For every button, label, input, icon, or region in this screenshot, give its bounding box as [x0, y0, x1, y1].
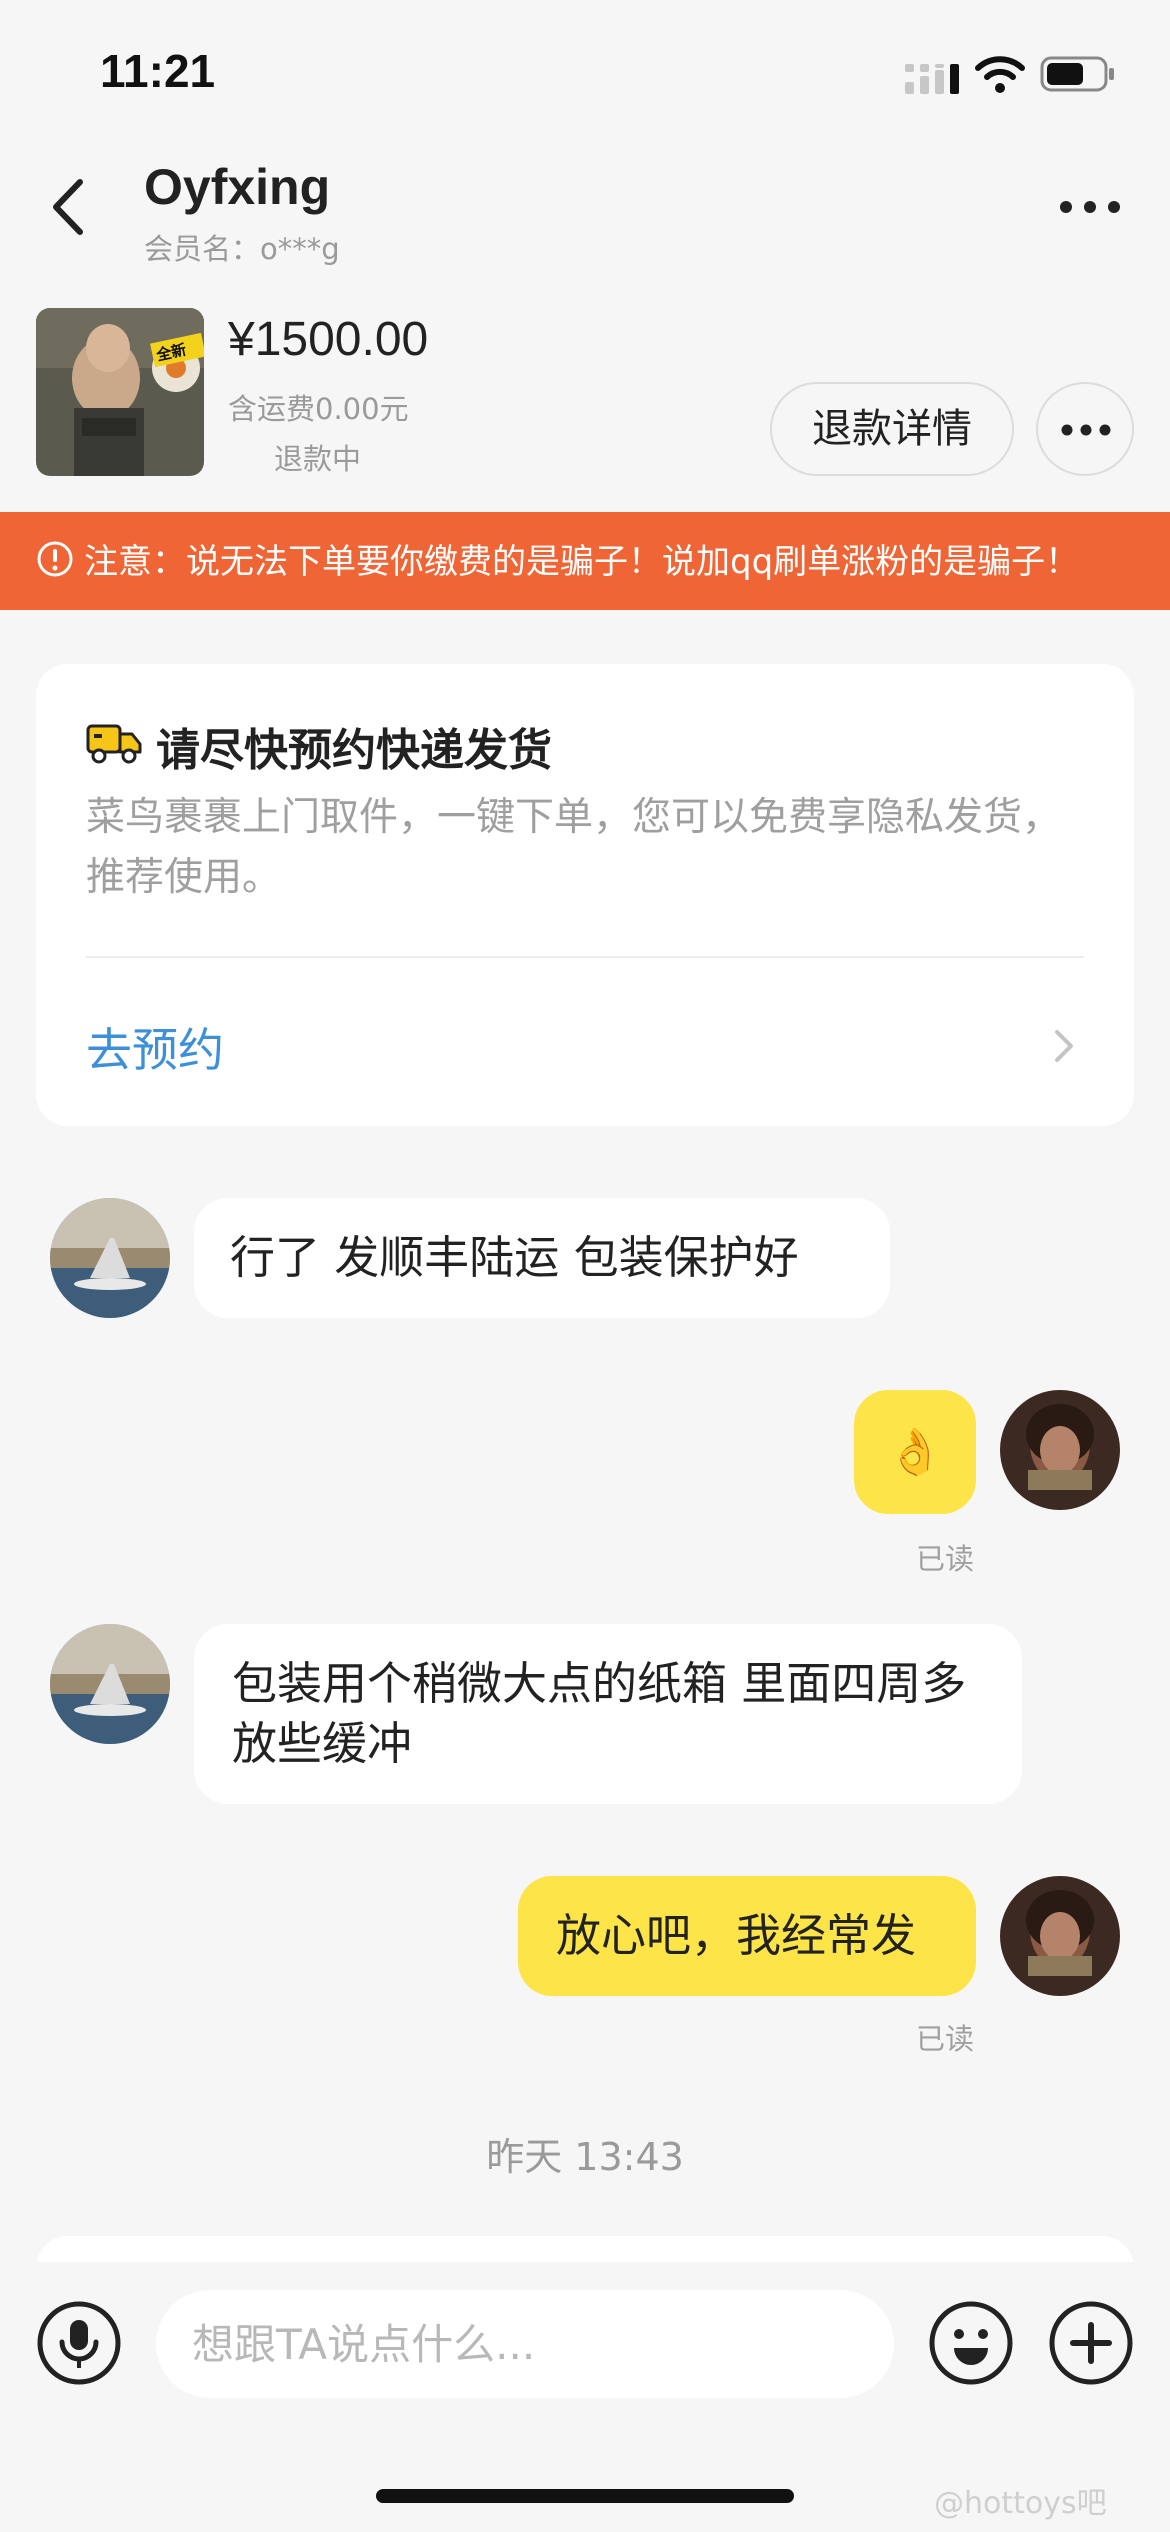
my-avatar[interactable] [1000, 1390, 1120, 1510]
shipping-card-title: 请尽快预约快递发货 [156, 725, 552, 776]
avatar-image [1000, 1876, 1120, 1996]
refund-status: 退款中 [274, 442, 362, 476]
more-options-icon[interactable] [1058, 198, 1122, 216]
home-indicator[interactable] [376, 2489, 794, 2503]
battery-icon [1040, 56, 1114, 92]
warning-text: 注意：说无法下单要你缴费的是骗子！说加qq刷单涨粉的是骗子！ [84, 542, 1080, 582]
shipping-card-description: 菜鸟裹裹上门取件，一键下单，您可以免费享隐私发货，推荐使用。 [86, 795, 1062, 900]
message-bubble[interactable]: 放心吧，我经常发 [518, 1876, 976, 1996]
shipping-fee: 含运费0.00元 [228, 392, 409, 426]
emoji-icon[interactable] [928, 2300, 1014, 2386]
avatar-image [50, 1624, 170, 1744]
chat-header: Oyfxing 会员名：o***g [0, 150, 1170, 290]
message-bubble[interactable]: 包装用个稍微大点的纸箱 里面四周多放些缓冲 [194, 1624, 1022, 1804]
divider [86, 956, 1084, 958]
watermark: @hottoys吧 [934, 2486, 1107, 2521]
read-receipt: 已读 [916, 2022, 975, 2056]
status-bar: 11:21 [0, 0, 1170, 150]
timestamp-divider: 昨天 13:43 [486, 2135, 684, 2179]
message-bubble[interactable]: 👌 [854, 1390, 976, 1514]
back-arrow-icon[interactable] [46, 172, 92, 242]
delivery-truck-icon [86, 724, 142, 764]
read-receipt: 已读 [916, 1542, 975, 1576]
contact-avatar[interactable] [50, 1624, 170, 1744]
order-price: ¥1500.00 [228, 313, 429, 366]
add-icon[interactable] [1048, 2300, 1134, 2386]
product-thumbnail[interactable]: 全新 [36, 308, 204, 476]
microphone-icon[interactable] [36, 2300, 122, 2386]
shipping-reminder-card: 请尽快预约快递发货 菜鸟裹裹上门取件，一键下单，您可以免费享隐私发货，推荐使用。… [36, 664, 1134, 1126]
avatar-image [50, 1198, 170, 1318]
my-avatar[interactable] [1000, 1876, 1120, 1996]
status-time: 11:21 [100, 45, 216, 97]
contact-avatar[interactable] [50, 1198, 170, 1318]
member-name: 会员名：o***g [144, 232, 340, 266]
refund-details-button[interactable]: 退款详情 [770, 382, 1014, 476]
more-options-icon [1061, 424, 1111, 436]
alert-circle-icon [37, 541, 73, 577]
cellular-signal-icon [905, 64, 959, 94]
message-input[interactable] [156, 2290, 894, 2398]
avatar-image [1000, 1390, 1120, 1510]
message-bubble[interactable]: 行了 发顺丰陆运 包装保护好 [194, 1198, 890, 1318]
chevron-right-icon[interactable] [1052, 1026, 1076, 1066]
contact-name[interactable]: Oyfxing [144, 158, 330, 216]
order-summary[interactable]: 全新 ¥1500.00 含运费0.00元 退款中 退款详情 [0, 300, 1170, 490]
book-pickup-link[interactable]: 去预约 [86, 1014, 224, 1080]
order-more-button[interactable] [1036, 382, 1134, 476]
product-image: 全新 [36, 308, 204, 476]
wifi-icon [975, 56, 1025, 93]
scam-warning-banner: 注意：说无法下单要你缴费的是骗子！说加qq刷单涨粉的是骗子！ [0, 512, 1170, 610]
